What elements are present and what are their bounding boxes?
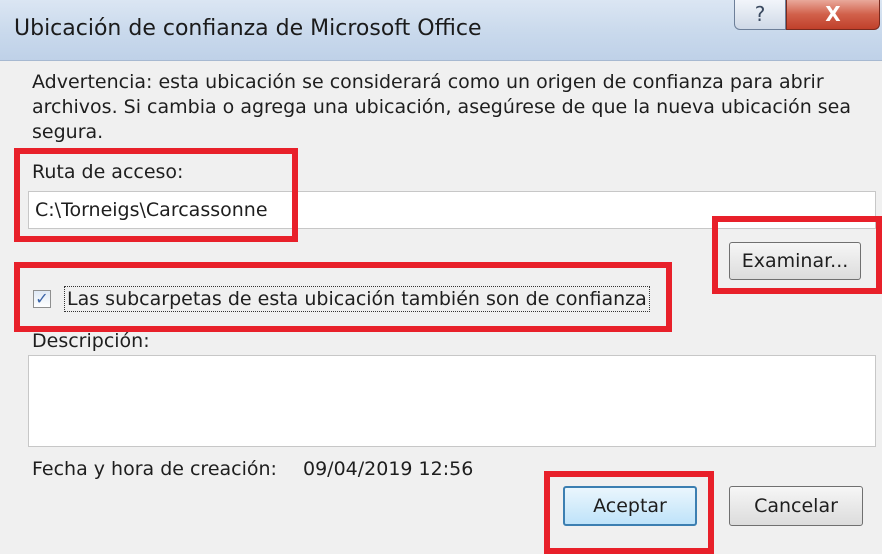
close-icon: X [825,2,841,26]
window-title: Ubicación de confianza de Microsoft Offi… [14,16,482,41]
description-label: Descripción: [32,330,150,352]
warning-text: Advertencia: esta ubicación se considera… [32,71,852,143]
close-button[interactable]: X [786,0,880,30]
creation-date-value: 09/04/2019 12:56 [303,458,474,480]
ok-button[interactable]: Aceptar [563,486,697,526]
cancel-button[interactable]: Cancelar [729,486,863,526]
browse-button[interactable]: Examinar... [729,242,861,280]
description-input[interactable] [28,355,876,447]
path-input[interactable] [28,191,876,229]
path-label: Ruta de acceso: [32,161,184,183]
help-button[interactable]: ? [734,0,786,30]
subfolders-checkbox[interactable]: ✓ [33,290,51,308]
subfolders-label[interactable]: Las subcarpetas de esta ubicación tambié… [64,286,650,312]
title-bar: Ubicación de confianza de Microsoft Offi… [0,0,882,61]
creation-date-label: Fecha y hora de creación: [32,458,277,480]
help-icon: ? [754,2,766,26]
